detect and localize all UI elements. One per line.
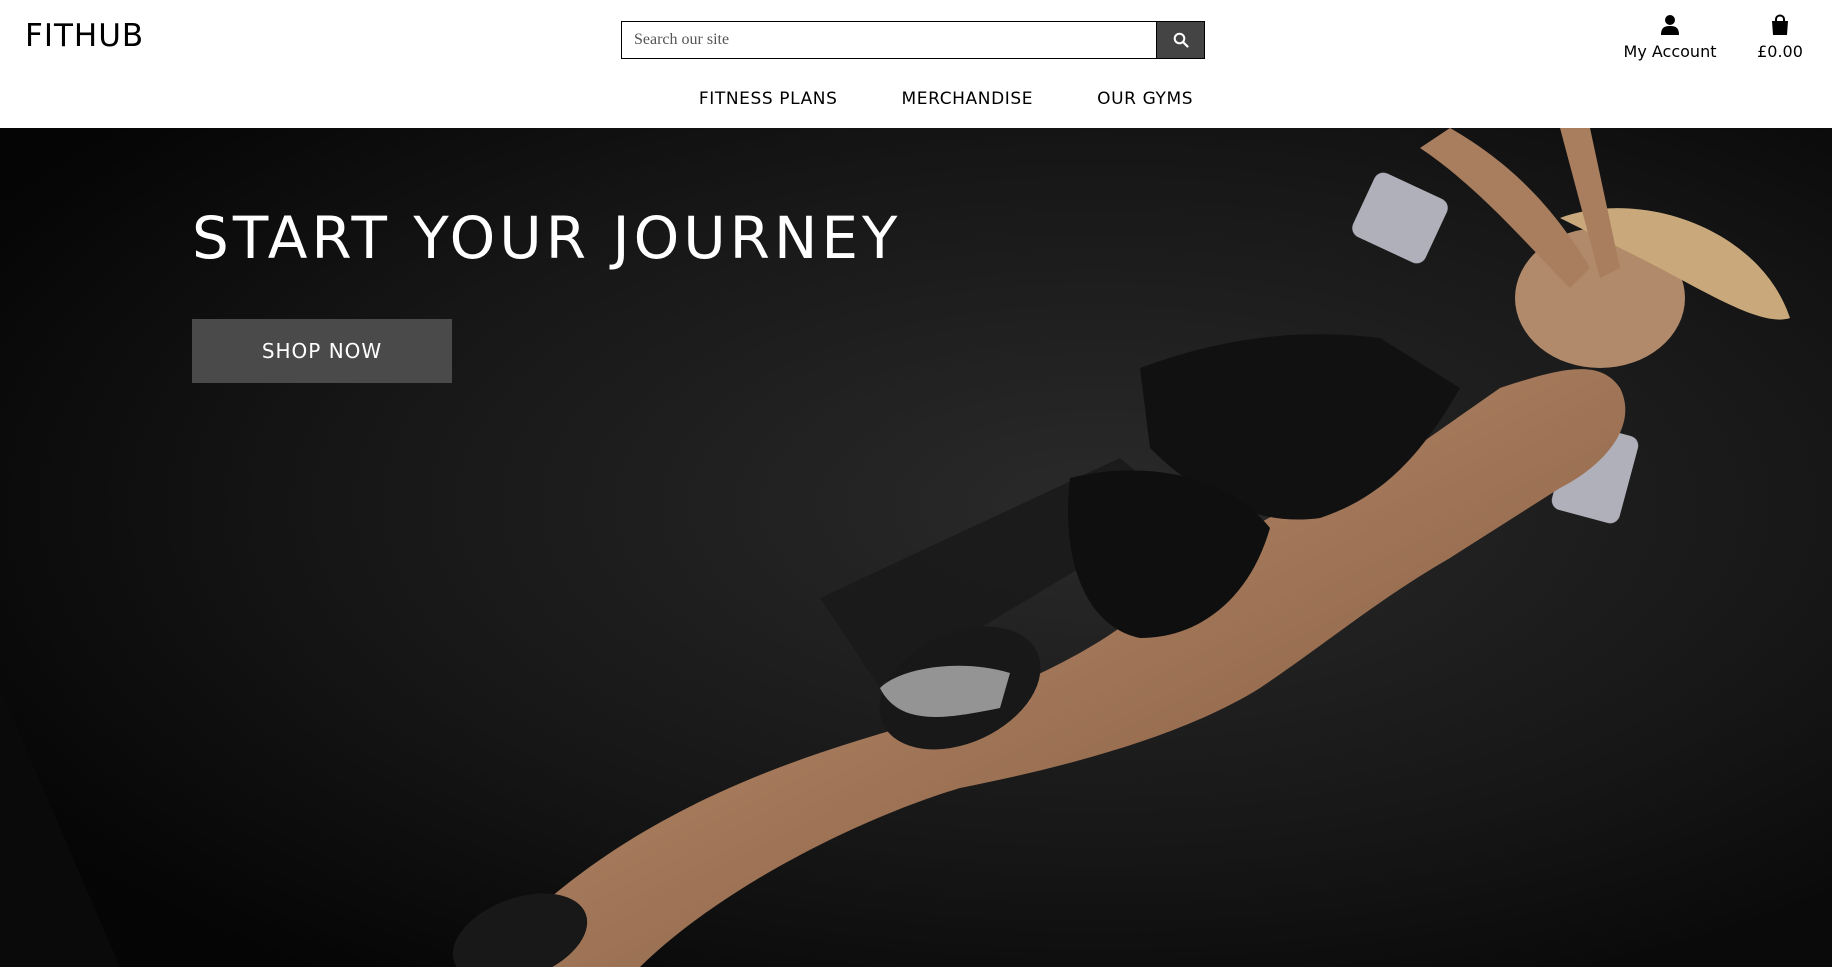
- my-account-label: My Account: [1623, 42, 1717, 61]
- search-icon: [1173, 32, 1189, 48]
- site-logo[interactable]: FITHUB: [25, 18, 144, 54]
- search-input[interactable]: [622, 22, 1156, 58]
- site-header: FITHUB My Account £0.00 F: [0, 0, 1832, 128]
- user-icon: [1620, 14, 1720, 38]
- shop-now-button[interactable]: SHOP NOW: [192, 319, 452, 383]
- main-nav: FITNESS PLANS MERCHANDISE OUR GYMS: [0, 84, 1832, 114]
- nav-item-our-gyms[interactable]: OUR GYMS: [1097, 84, 1193, 114]
- hero-title: START YOUR JOURNEY: [192, 204, 902, 272]
- hero-banner: START YOUR JOURNEY SHOP NOW: [0, 128, 1832, 967]
- search-button[interactable]: [1156, 22, 1204, 58]
- cart-link[interactable]: £0.00: [1750, 14, 1810, 61]
- cart-total: £0.00: [1757, 42, 1803, 61]
- nav-item-merchandise[interactable]: MERCHANDISE: [902, 84, 1034, 114]
- my-account-link[interactable]: My Account: [1620, 14, 1720, 61]
- search-form: [621, 21, 1205, 59]
- shopping-bag-icon: [1750, 14, 1810, 38]
- nav-item-fitness-plans[interactable]: FITNESS PLANS: [699, 84, 838, 114]
